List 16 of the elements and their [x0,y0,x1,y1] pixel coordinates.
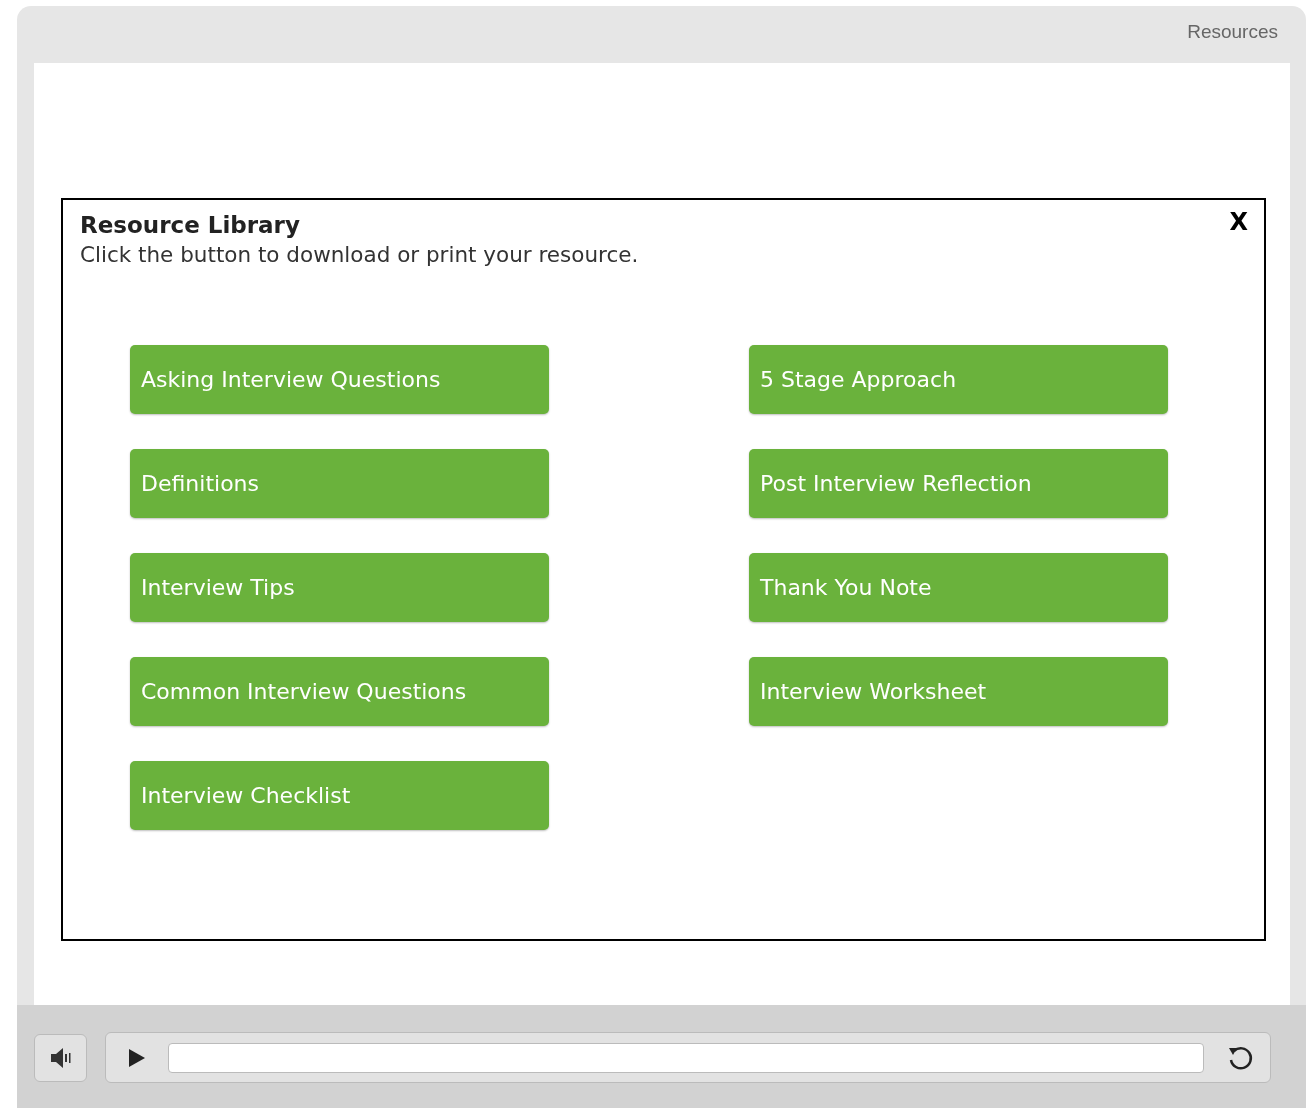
resource-button[interactable]: Interview Tips [130,553,549,622]
speaker-icon [48,1046,73,1069]
resources-link[interactable]: Resources [1187,22,1278,41]
resource-button[interactable]: Asking Interview Questions [130,345,549,414]
resource-button[interactable]: Definitions [130,449,549,518]
resource-button[interactable]: Interview Checklist [130,761,549,830]
dialog-title: Resource Library [80,211,300,240]
resource-button[interactable]: Interview Worksheet [749,657,1168,726]
instruction-text: Click the button to download or print your resource. [80,241,639,269]
play-icon [127,1047,146,1068]
volume-button[interactable] [34,1033,87,1082]
resource-button[interactable]: Common Interview Questions [130,657,549,726]
close-button[interactable]: X [1229,210,1248,234]
resource-button[interactable]: Post Interview Reflection [749,449,1168,518]
resource-button[interactable]: Thank You Note [749,553,1168,622]
resource-button[interactable]: 5 Stage Approach [749,345,1168,414]
